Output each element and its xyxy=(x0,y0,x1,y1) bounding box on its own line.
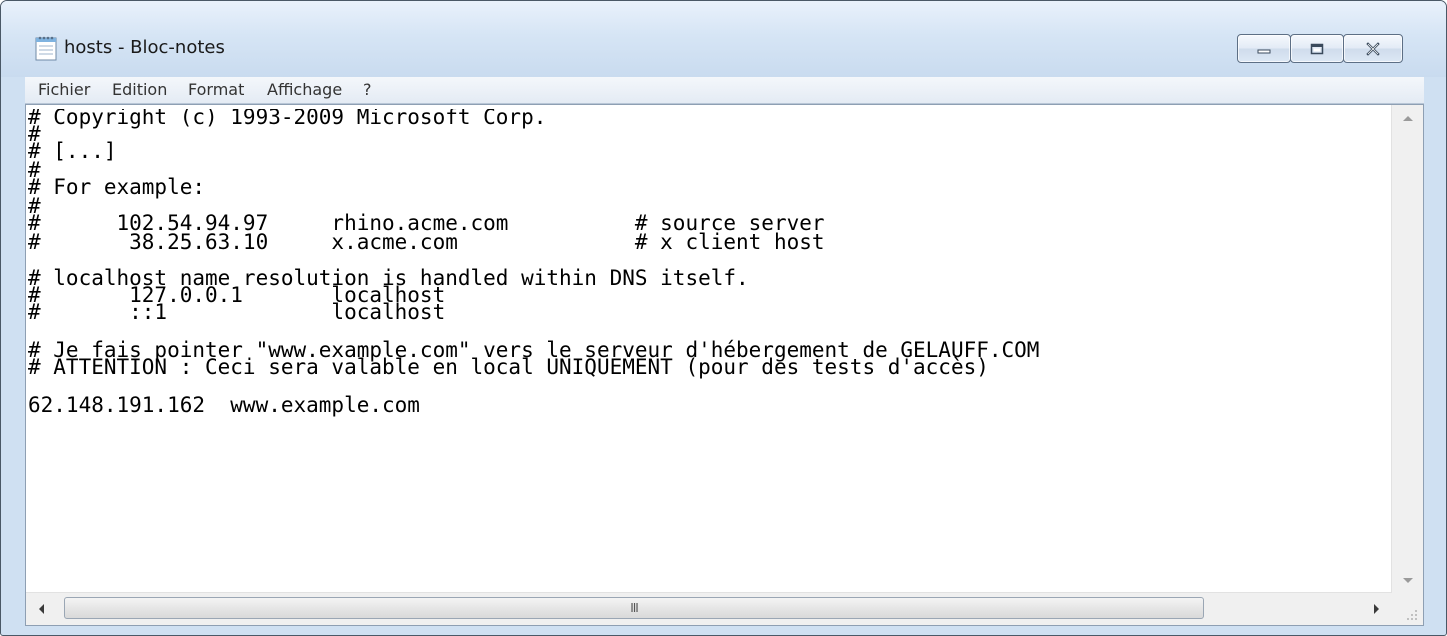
text-line: # [...] xyxy=(28,139,117,163)
horizontal-scroll-thumb[interactable]: III xyxy=(64,597,1204,619)
scroll-up-arrow-icon[interactable] xyxy=(1403,116,1413,121)
horizontal-scrollbar[interactable]: III xyxy=(26,592,1392,625)
text-line: # ::1 localhost xyxy=(28,300,446,324)
maximize-icon xyxy=(1310,43,1324,54)
menu-affichage[interactable]: Affichage xyxy=(267,77,342,103)
scroll-down-arrow-icon[interactable] xyxy=(1403,578,1413,583)
text-line: 62.148.191.162 www.example.com xyxy=(28,393,420,417)
text-editor[interactable]: # Copyright (c) 1993-2009 Microsoft Corp… xyxy=(25,104,1424,626)
window-title: hosts - Bloc-notes xyxy=(64,37,225,58)
vertical-scrollbar[interactable] xyxy=(1391,105,1423,593)
scroll-left-arrow-icon[interactable] xyxy=(39,604,44,614)
maximize-button[interactable] xyxy=(1290,34,1344,63)
document-text[interactable]: # Copyright (c) 1993-2009 Microsoft Corp… xyxy=(28,109,1392,585)
minimize-icon xyxy=(1257,49,1271,53)
notepad-icon[interactable] xyxy=(35,35,57,61)
menu-help[interactable]: ? xyxy=(363,77,372,103)
text-line: # Copyright (c) 1993-2009 Microsoft Corp… xyxy=(28,109,547,129)
close-icon xyxy=(1366,41,1380,56)
menu-bar: Fichier Edition Format Affichage ? xyxy=(25,77,1424,104)
minimize-button[interactable] xyxy=(1237,34,1291,63)
menu-format[interactable]: Format xyxy=(188,77,244,103)
menu-edition[interactable]: Edition xyxy=(112,77,167,103)
text-line: # For example: xyxy=(28,175,206,199)
menu-fichier[interactable]: Fichier xyxy=(38,77,90,103)
text-line: # ATTENTION : Ceci sera valable en local… xyxy=(28,355,989,379)
size-grip-icon[interactable] xyxy=(1392,593,1423,625)
text-line: # 38.25.63.10 x.acme.com # x client host xyxy=(28,230,825,254)
scroll-thumb-grip: III xyxy=(630,601,639,615)
scroll-right-arrow-icon[interactable] xyxy=(1374,604,1379,614)
close-button[interactable] xyxy=(1343,34,1403,63)
text-line: # xyxy=(28,158,41,182)
title-bar[interactable]: hosts - Bloc-notes xyxy=(1,1,1446,77)
notepad-window: hosts - Bloc-notes Fichier Edition Forma… xyxy=(0,0,1447,636)
